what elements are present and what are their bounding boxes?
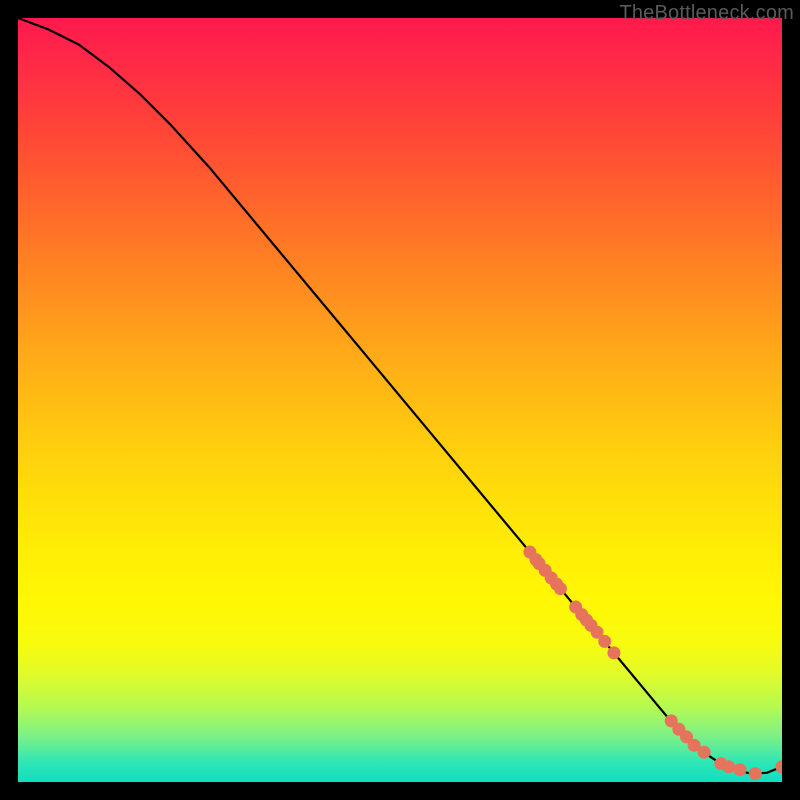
scatter-point bbox=[607, 646, 620, 659]
curve-line bbox=[18, 18, 782, 774]
watermark-text: TheBottleneck.com bbox=[619, 2, 794, 25]
chart-svg bbox=[18, 18, 782, 782]
plot-area bbox=[18, 18, 782, 782]
chart-frame: TheBottleneck.com bbox=[0, 0, 800, 800]
scatter-markers bbox=[523, 546, 782, 781]
scatter-point bbox=[733, 763, 746, 776]
scatter-point bbox=[698, 746, 711, 759]
scatter-point bbox=[722, 760, 735, 773]
scatter-point bbox=[598, 635, 611, 648]
scatter-point bbox=[749, 767, 762, 780]
scatter-point bbox=[554, 582, 567, 595]
scatter-point bbox=[776, 760, 783, 773]
